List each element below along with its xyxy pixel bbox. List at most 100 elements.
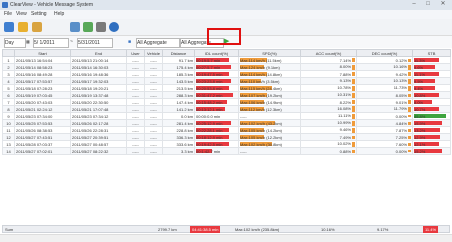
dec-cell-value: 7.25% (395, 134, 407, 140)
print-icon[interactable] (96, 22, 106, 32)
dec-cell-value: 0.00% (395, 148, 407, 154)
row-number: 7 (2, 98, 15, 106)
distance-cell: 143.5 km (162, 77, 195, 85)
column-header[interactable]: Start (14, 49, 71, 57)
table-row[interactable]: 10 2011/05/25 07:53:53 2011/05/26 02:17:28… (2, 119, 451, 127)
close-button[interactable]: ✕ (436, 1, 450, 8)
vehicle-cell: ----- (144, 126, 163, 134)
table-row[interactable]: 4 2011/05/17 07:53:57 2011/05/17 19:32:03-… (2, 77, 451, 85)
summary-distance: 2799.7 km (158, 227, 177, 232)
table-row[interactable]: 7 2011/05/20 07:43:03 2011/05/20 22:30:50-… (2, 98, 451, 106)
column-header[interactable] (2, 49, 15, 57)
speed-cell: Max:110 km/h (3.5km) (238, 77, 301, 85)
idle-cell: 00:15:48.2 min (194, 98, 239, 106)
idle-cell: 00:23:23.8 min (194, 77, 239, 85)
column-header[interactable]: SPD(%) (238, 49, 301, 57)
acc-cell: 9.46% (300, 126, 357, 134)
idle-cell-value: 00:15:48.2 min (196, 99, 223, 105)
idle-cell-value: 00:1:42.7 min (196, 148, 221, 154)
stb-cell-value: 12.9% (414, 134, 426, 140)
summary-dec: 9.17% (377, 227, 389, 232)
column-header[interactable]: Vehicle (144, 49, 163, 57)
column-header[interactable]: Distance (162, 49, 195, 57)
menu-setting[interactable]: Setting (31, 10, 47, 19)
speed-cell: Max:107 km/h (19.2km) (238, 91, 301, 99)
idle-cell: 00:00:0.0 min (194, 112, 239, 120)
menu-help[interactable]: Help (54, 10, 64, 19)
column-header[interactable]: STB (412, 49, 451, 57)
table-row[interactable]: 9 2011/05/23 07:34:00 2011/05/23 07:34:12-… (2, 112, 451, 120)
open-file-icon[interactable] (4, 22, 14, 32)
column-header[interactable]: User (126, 49, 145, 57)
row-number: 13 (2, 140, 15, 148)
vehicle-cell: ----- (144, 63, 163, 71)
speed-cell: Max:105 km/h (12.2km) (238, 133, 301, 141)
user-cell: ----- (126, 119, 145, 127)
stb-cell: 12.1% (412, 140, 451, 148)
idle-cell-value: 00:31:47.2 min (196, 92, 223, 98)
date-from-input[interactable]: 5/ 1/2011 (33, 38, 69, 48)
acc-cell: 11.11% (300, 112, 357, 120)
stb-cell: 9.6% (412, 63, 451, 71)
user-cell: ----- (126, 70, 145, 78)
distance-cell: 175.4 km (162, 63, 195, 71)
stb-cell-value: 8.0% (414, 99, 424, 105)
menu-file[interactable]: File (4, 10, 12, 19)
dec-cell-indicator (408, 65, 411, 70)
table-row[interactable]: 1 2011/05/13 16:54:04 2011/05/13 21:00:14-… (2, 56, 451, 64)
period-select[interactable]: Day (4, 38, 26, 48)
stb-cell-value: 45.8% (414, 113, 426, 119)
folder-icon[interactable] (18, 22, 28, 32)
distance-cell: 213.5 km (162, 84, 195, 92)
speed-cell-value: Max:110 km/h (3.5km) (240, 78, 280, 84)
end-time-cell: 2011/05/16 19:48:36 (70, 70, 127, 78)
dec-cell-value: 0.00% (395, 113, 407, 119)
acc-cell-value: 8.00% (339, 64, 351, 70)
table-row[interactable]: 5 2011/05/18 07:28:23 2011/05/18 19:20:21-… (2, 84, 451, 92)
stb-cell: 10.7% (412, 105, 451, 113)
table-row[interactable]: 13 2011/05/28 07:03:37 2011/05/27 00:48:57… (2, 140, 451, 148)
column-header[interactable]: IDL count(%) (194, 49, 239, 57)
table-row[interactable]: 3 2011/05/16 08:49:28 2011/05/16 19:48:36-… (2, 70, 451, 78)
settings-icon[interactable] (70, 22, 80, 32)
aggregate-select-1[interactable]: All Aggregate (136, 38, 180, 48)
dec-cell: 0.00% (356, 112, 413, 120)
acc-cell-value: 9.13% (339, 78, 351, 84)
maximize-button[interactable]: □ (422, 1, 434, 8)
column-header[interactable]: DEC count(%) (356, 49, 413, 57)
start-time-cell: 2011/05/26 08:38:53 (14, 126, 71, 134)
acc-cell-indicator (352, 100, 355, 105)
table-row[interactable]: 11 2011/05/26 08:38:53 2011/05/26 22:28:31… (2, 126, 451, 134)
acc-cell-value: 7.14% (339, 57, 351, 63)
idle-cell-value: 00:27:5.7 min (196, 64, 221, 70)
start-time-cell: 2011/05/19 07:03:45 (14, 91, 71, 99)
info-icon[interactable] (109, 22, 119, 32)
stb-cell: 11.1% (412, 70, 451, 78)
distance-cell: 228.8 km (162, 126, 195, 134)
column-header[interactable]: ACC count(%) (300, 49, 357, 57)
minimize-button[interactable]: – (408, 1, 420, 8)
start-time-cell: 2011/05/16 08:49:28 (14, 70, 71, 78)
dec-cell: 11.79% (356, 105, 413, 113)
table-row[interactable]: 14 2011/05/27 07:02:01 2011/05/27 08:22:32… (2, 147, 451, 155)
row-number: 10 (2, 119, 15, 127)
stb-cell-value: 9.5% (414, 78, 424, 84)
dec-cell-indicator (408, 115, 411, 118)
import-icon[interactable] (32, 22, 42, 32)
table-row[interactable]: 8 2011/05/21 02:24:12 2011/05/21 17:07:48-… (2, 105, 451, 113)
table-row[interactable]: 2 2011/05/14 08:58:23 2011/05/14 16:30:03-… (2, 63, 451, 71)
column-header[interactable]: End (70, 49, 127, 57)
menu-bar: File View Setting Help (0, 10, 452, 19)
menu-view[interactable]: View (16, 10, 27, 19)
start-time-cell: 2011/05/28 07:03:37 (14, 140, 71, 148)
date-to-input[interactable]: 5/31/2011 (77, 38, 113, 48)
dec-cell-value: 4.84% (395, 120, 407, 126)
table-row[interactable]: 6 2011/05/19 07:03:45 2011/05/19 13:37:48-… (2, 91, 451, 99)
dec-cell: 7.25% (356, 133, 413, 141)
chart-icon[interactable] (83, 22, 93, 32)
table-row[interactable]: 12 2011/05/27 07:43:51 2011/05/27 20:39:51… (2, 133, 451, 141)
idle-cell-value: 00:25:12.9 min (196, 120, 223, 126)
idle-cell: 00:19:47.5 min (194, 70, 239, 78)
start-time-cell: 2011/05/14 08:58:23 (14, 63, 71, 71)
calendar-icon[interactable]: ▦ (26, 38, 32, 46)
